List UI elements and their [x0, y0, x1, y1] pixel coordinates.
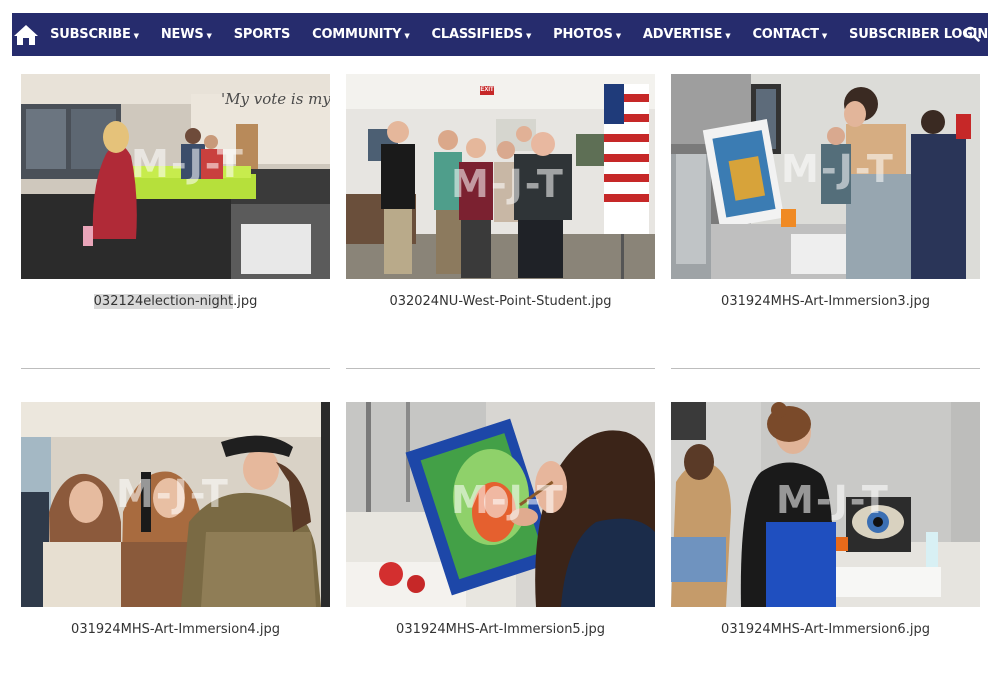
caret-down-icon: ▼: [404, 31, 410, 40]
photo-art-immersion6[interactable]: M-J-T: [671, 402, 980, 607]
nav-item-label: ADVERTISE: [642, 27, 723, 42]
photo-art-immersion4[interactable]: M-J-T: [21, 402, 330, 607]
caret-down-icon: ▼: [725, 31, 731, 40]
nav-item-label: CONTACT: [752, 27, 819, 42]
nav-item-classifieds[interactable]: CLASSIFIEDS ▼: [432, 13, 532, 56]
nav-item-label: NEWS: [160, 27, 204, 42]
watermark: M-J-T: [116, 472, 230, 516]
watermark: M-J-T: [451, 478, 565, 522]
exit-sign: EXIT: [480, 87, 494, 93]
photo-caption[interactable]: 031924MHS-Art-Immersion6.jpg: [671, 622, 980, 637]
nav-item-community[interactable]: COMMUNITY ▼: [312, 13, 410, 56]
caret-down-icon: ▼: [133, 31, 139, 40]
caption-extension: .jpg: [233, 294, 258, 309]
divider: [21, 368, 330, 369]
watermark: M-J-T: [131, 142, 245, 186]
caption-highlighted-text: 032124election-night: [93, 294, 234, 309]
photo-caption[interactable]: 032024NU-West-Point-Student.jpg: [346, 294, 655, 309]
photo-art-immersion5[interactable]: M-J-T: [346, 402, 655, 607]
watermark: M-J-T: [776, 478, 890, 522]
photo-nu-west-point-student[interactable]: M-J-T EXIT: [346, 74, 655, 279]
caret-down-icon: ▼: [821, 31, 828, 40]
nav-item-sports[interactable]: SPORTS: [233, 13, 291, 56]
photo-art-immersion3[interactable]: M-J-T: [671, 74, 980, 279]
photo-caption[interactable]: 032124election-night.jpg: [21, 294, 330, 309]
nav-item-subscribe[interactable]: SUBSCRIBE ▼: [50, 13, 139, 56]
home-icon[interactable]: [12, 13, 40, 56]
watermark: M-J-T: [781, 147, 895, 191]
nav-item-contact[interactable]: CONTACT ▼: [752, 13, 827, 56]
main-navbar: SUBSCRIBE ▼ NEWS ▼ SPORTS COMMUNITY ▼ CLASSIFIE…: [12, 13, 988, 56]
nav-item-label: SUBSCRIBE: [50, 27, 131, 42]
photo-caption[interactable]: 031924MHS-Art-Immersion4.jpg: [21, 622, 330, 637]
nav-item-photos[interactable]: PHOTOS ▼: [553, 13, 621, 56]
nav-item-label: CLASSIFIEDS: [431, 27, 524, 42]
divider: [671, 368, 980, 369]
search-icon[interactable]: [964, 26, 980, 42]
caret-down-icon: ▼: [525, 31, 532, 40]
photo-caption[interactable]: 031924MHS-Art-Immersion3.jpg: [671, 294, 980, 309]
divider: [346, 368, 655, 369]
nav-item-label: PHOTOS: [553, 27, 613, 42]
nav-item-label: COMMUNITY: [312, 27, 402, 42]
nav-item-advertise[interactable]: ADVERTISE ▼: [643, 13, 731, 56]
nav-item-label: SPORTS: [233, 27, 291, 42]
photo-election-night[interactable]: M-J-T 'My vote is my vo: [21, 74, 330, 279]
caret-down-icon: ▼: [206, 31, 212, 40]
photo-caption[interactable]: 031924MHS-Art-Immersion5.jpg: [346, 622, 655, 637]
caret-down-icon: ▼: [615, 31, 621, 40]
watermark: M-J-T: [451, 162, 565, 206]
nav-item-news[interactable]: NEWS ▼: [161, 13, 212, 56]
wall-text: 'My vote is my vo: [221, 90, 330, 108]
